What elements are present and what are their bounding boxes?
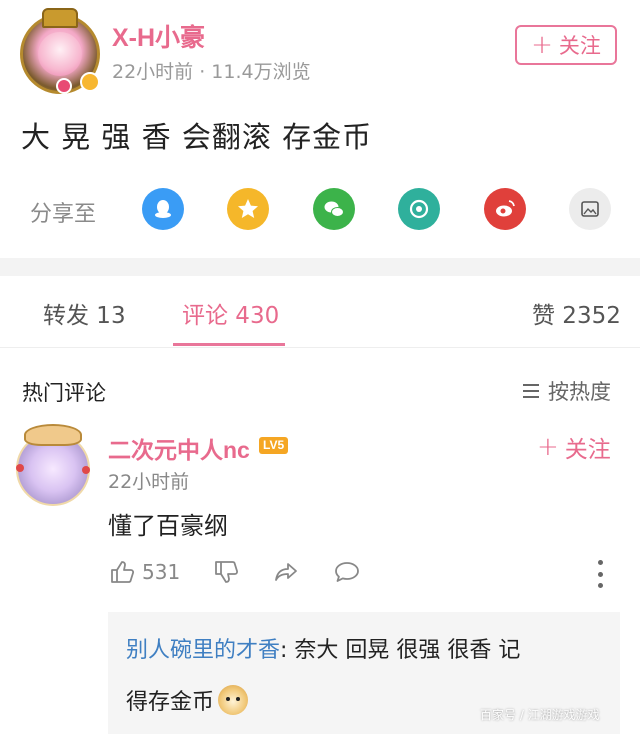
qq-icon[interactable] [142, 188, 184, 230]
save-image-icon[interactable] [569, 188, 611, 230]
decoration-dot [82, 466, 90, 474]
active-tab-indicator [173, 343, 285, 346]
decoration-dot [16, 464, 24, 472]
wechat-icon[interactable] [313, 188, 355, 230]
plus-icon: + [537, 432, 559, 462]
follow-label: 关注 [564, 437, 611, 463]
commenter-username[interactable]: 二次元中人nc [108, 431, 250, 465]
author-username[interactable]: X-H小豪 [112, 18, 205, 54]
reply-line-1: 别人碗里的才香: 奈大 回晃 很强 很香 记 [126, 632, 520, 664]
sort-button[interactable]: 按热度 [520, 376, 611, 406]
author-avatar[interactable] [20, 8, 100, 94]
watermark: 百家号 / 江湖游戏游戏 [480, 708, 600, 722]
reply-text-part2: 得存金币 [126, 690, 215, 715]
post-header: X-H小豪 22小时前 · 11.4万浏览 + 关注 [0, 0, 640, 98]
follow-author-button[interactable]: + 关注 [515, 25, 617, 65]
crown-icon [42, 8, 78, 28]
tab-likes[interactable]: 赞 2352 [532, 296, 621, 330]
menu-icon [523, 384, 539, 398]
reply-username[interactable]: 别人碗里的才香 [126, 638, 280, 663]
level-badge: LV5 [259, 437, 289, 454]
comment-bubble-icon [335, 562, 359, 582]
follow-label: 关注 [558, 34, 601, 58]
weibo-icon[interactable] [484, 188, 526, 230]
reply-button[interactable] [333, 558, 361, 586]
qzone-icon[interactable] [227, 188, 269, 230]
comment-time: 22小时前 [108, 471, 190, 493]
post-text: 大 晃 强 香 会翻滚 存金币 [21, 120, 373, 154]
tab-comments[interactable]: 评论 430 [182, 296, 279, 330]
share-label: 分享至 [30, 202, 97, 227]
reply-line-2: 得存金币 [126, 684, 249, 716]
tab-repost[interactable]: 转发 13 [43, 296, 126, 330]
dislike-button[interactable] [212, 558, 240, 586]
avatar-image [38, 32, 82, 76]
share-comment-button[interactable] [272, 558, 300, 586]
moments-icon[interactable] [398, 188, 440, 230]
like-count: 531 [142, 560, 181, 584]
vip-badge-icon [56, 78, 72, 94]
hot-comments-title: 热门评论 [22, 381, 106, 405]
follow-commenter-button[interactable]: + 关注 [537, 430, 611, 464]
verified-badge-icon [80, 72, 100, 92]
tab-divider [0, 347, 640, 348]
sort-label: 按热度 [548, 380, 611, 404]
post-meta: 22小时前 · 11.4万浏览 [112, 61, 311, 83]
thumbs-down-icon [215, 561, 239, 583]
commenter-avatar[interactable] [14, 424, 92, 506]
like-button[interactable]: 531 [108, 558, 180, 586]
comment-text: 懂了百豪纲 [108, 512, 228, 540]
section-divider [0, 258, 640, 276]
plus-icon: + [531, 30, 553, 60]
avatar-hat-decoration [24, 424, 82, 446]
more-options-icon[interactable] [592, 560, 608, 588]
share-arrow-icon [275, 563, 297, 581]
doge-emoji-icon [218, 685, 249, 715]
thumbs-up-icon [111, 561, 135, 583]
reply-text-part1: : 奈大 回晃 很强 很香 记 [280, 638, 521, 663]
